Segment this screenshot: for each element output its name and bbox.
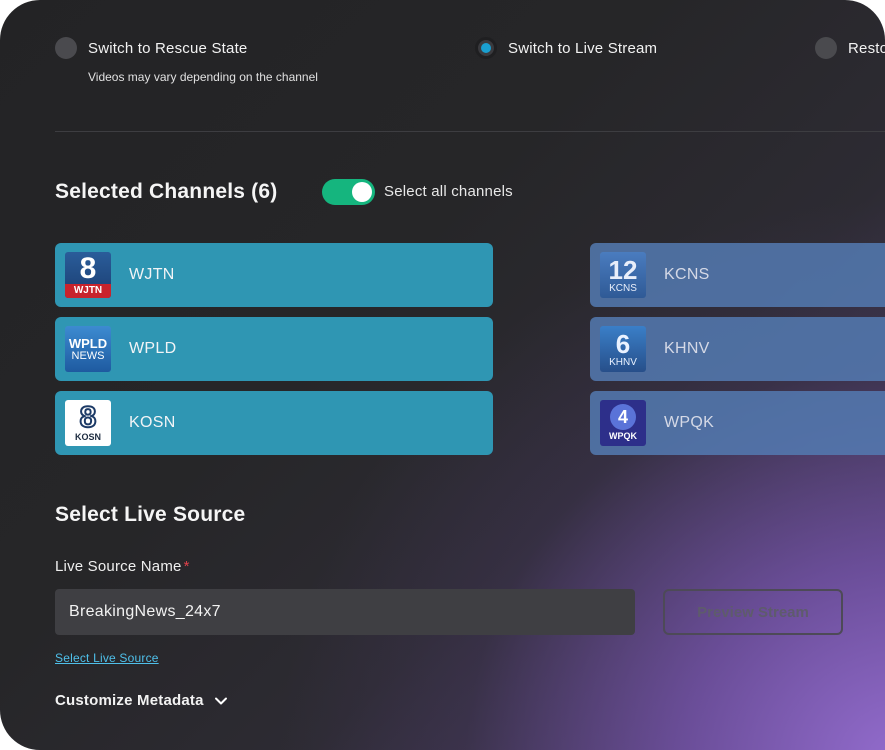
wpld-logo: WPLD NEWS: [65, 326, 111, 372]
live-source-name-input[interactable]: [55, 589, 635, 635]
live-stream-panel: Switch to Rescue State Switch to Live St…: [0, 0, 885, 750]
channel-card-wjtn[interactable]: 8 WJTN WJTN: [55, 243, 493, 307]
customize-metadata-label: Customize Metadata: [55, 692, 204, 709]
required-mark: *: [183, 558, 190, 575]
mode-rescue-label: Switch to Rescue State: [88, 39, 248, 57]
select-all-label: Select all channels: [384, 183, 513, 200]
modes-hint: Videos may vary depending on the channel: [88, 70, 318, 84]
select-live-source-link[interactable]: Select Live Source: [55, 651, 159, 665]
kcns-logo: 12 KCNS: [600, 252, 646, 298]
khnv-logo-sub: KHNV: [609, 356, 637, 368]
channel-card-khnv[interactable]: 6 KHNV KHNV: [590, 317, 885, 381]
preview-stream-button[interactable]: Preview Stream: [663, 589, 843, 635]
wpqk-logo: 4 WPQK: [600, 400, 646, 446]
toggle-knob: [352, 182, 372, 202]
kosn-logo-sub: KOSN: [74, 432, 101, 442]
wpld-logo-sub: NEWS: [71, 349, 105, 362]
mode-restore[interactable]: Resto: [815, 37, 885, 59]
chevron-down-icon: [214, 694, 228, 708]
channel-card-kcns[interactable]: 12 KCNS KCNS: [590, 243, 885, 307]
channel-name: KCNS: [664, 266, 710, 283]
channel-card-kosn[interactable]: 8 KOSN KOSN: [55, 391, 493, 455]
wpqk-logo-number: 4: [610, 404, 636, 430]
mode-restore-label: Resto: [848, 39, 885, 57]
field-label-text: Live Source Name: [55, 558, 182, 575]
radio-restore[interactable]: [815, 37, 837, 59]
mode-rescue-state[interactable]: Switch to Rescue State: [55, 37, 247, 59]
radio-rescue-state[interactable]: [55, 37, 77, 59]
wpld-logo-main: WPLD: [68, 335, 108, 351]
channel-card-wpqk[interactable]: 4 WPQK WPQK: [590, 391, 885, 455]
channel-card-wpld[interactable]: WPLD NEWS WPLD: [55, 317, 493, 381]
mode-live-stream[interactable]: Switch to Live Stream: [475, 37, 657, 59]
kosn-logo: 8 KOSN: [65, 400, 111, 446]
channel-name: WPQK: [664, 414, 715, 431]
divider: [55, 131, 885, 132]
channel-name: WJTN: [129, 266, 175, 283]
select-live-source-title: Select Live Source: [55, 503, 246, 526]
khnv-logo-number: 6: [615, 328, 631, 359]
kcns-logo-number: 12: [608, 254, 638, 285]
select-all-toggle[interactable]: [322, 179, 375, 205]
khnv-logo: 6 KHNV: [600, 326, 646, 372]
mode-live-label: Switch to Live Stream: [508, 39, 658, 57]
wjtn-logo-tag: WJTN: [65, 284, 111, 298]
wjtn-logo-number: 8: [79, 252, 97, 285]
channel-name: KHNV: [664, 340, 710, 357]
wpqk-logo-sub: WPQK: [609, 431, 637, 441]
kcns-logo-sub: KCNS: [609, 282, 637, 294]
live-source-name-label: Live Source Name *: [55, 558, 190, 575]
channel-name: WPLD: [129, 340, 177, 357]
channel-name: KOSN: [129, 414, 176, 431]
wjtn-logo: 8 WJTN: [65, 252, 111, 298]
customize-metadata-toggle[interactable]: Customize Metadata: [55, 692, 228, 709]
selected-channels-title: Selected Channels (6): [55, 180, 278, 203]
kosn-logo-number: 8: [79, 401, 98, 434]
radio-live-stream[interactable]: [475, 37, 497, 59]
